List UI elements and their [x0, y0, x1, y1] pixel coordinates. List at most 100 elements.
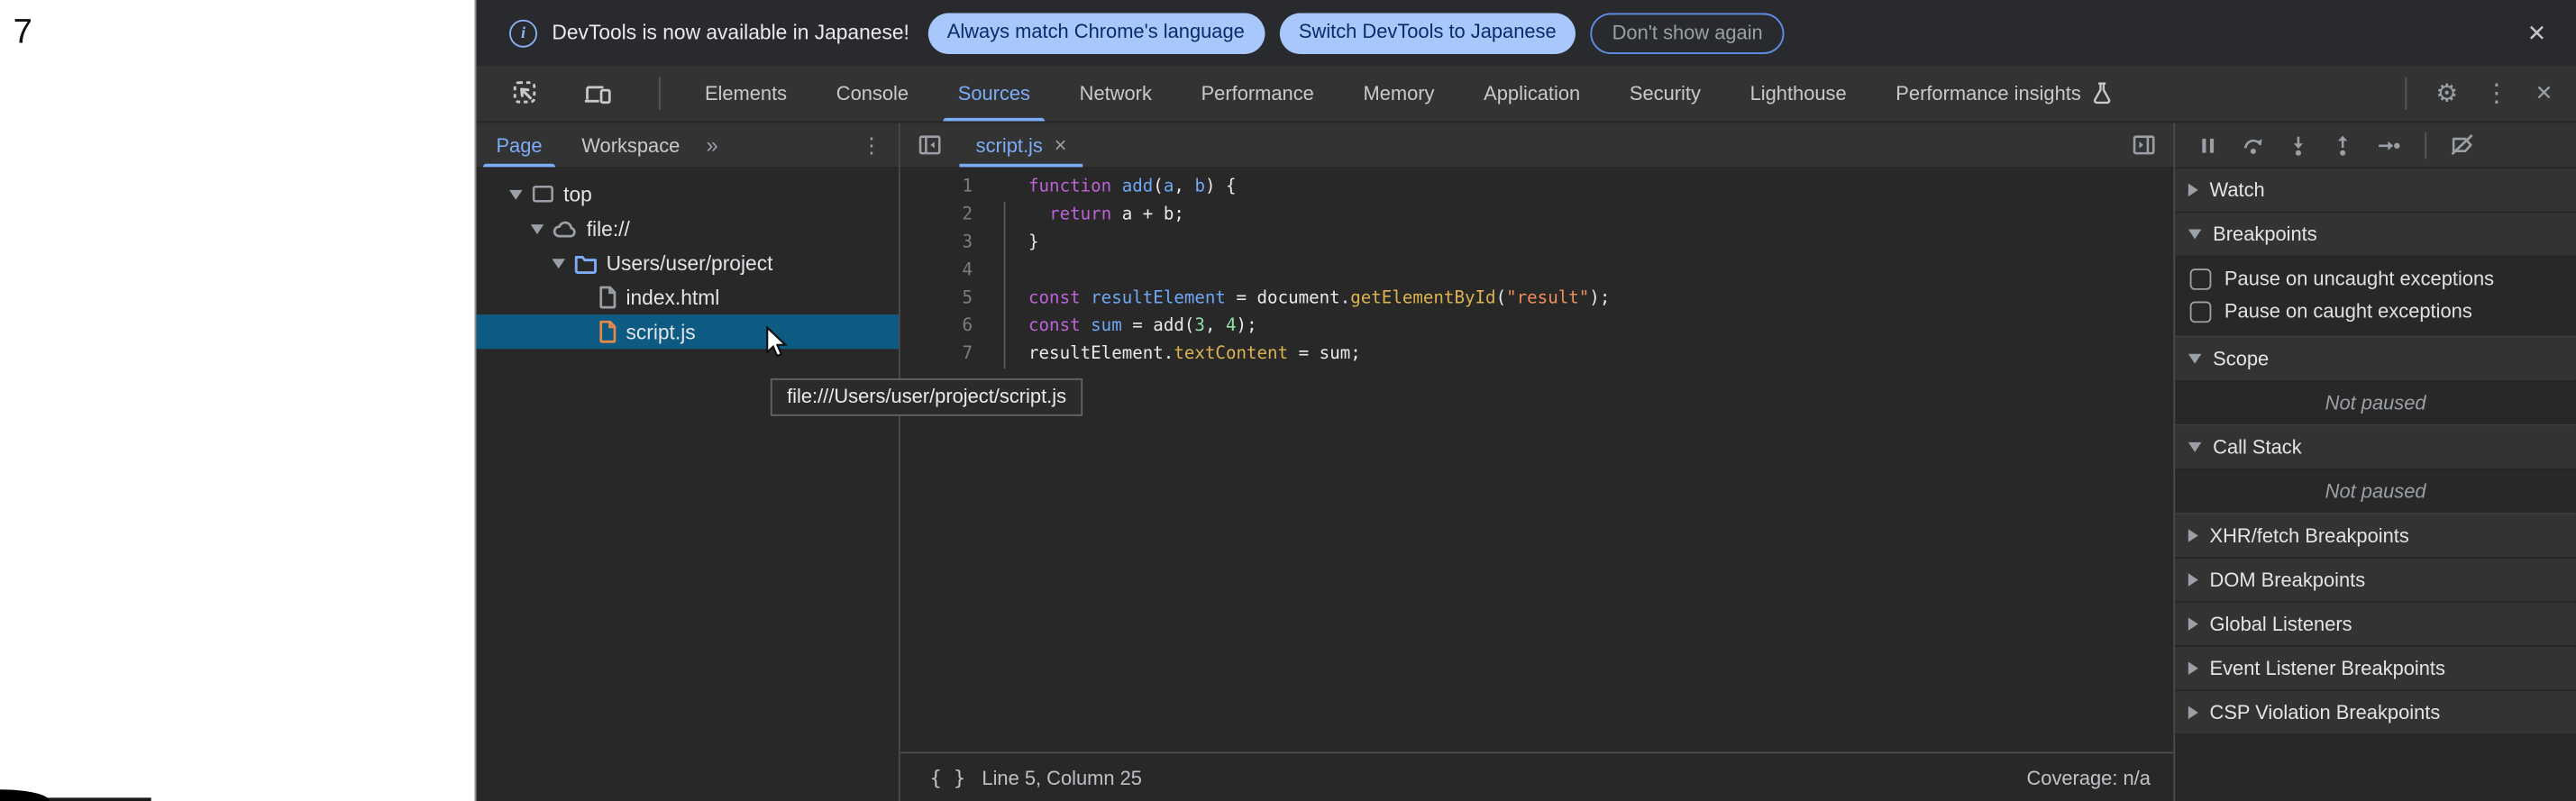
step-into-icon[interactable]: [2282, 133, 2315, 156]
expand-arrow-icon[interactable]: [509, 189, 523, 199]
section-header-call-stack[interactable]: Call Stack: [2175, 426, 2576, 470]
settings-gear-icon[interactable]: ⚙: [2425, 78, 2467, 108]
section-label: Event Listener Breakpoints: [2210, 657, 2445, 679]
not-paused-text: Not paused: [2175, 470, 2576, 513]
line-number[interactable]: 7: [900, 341, 992, 369]
checkbox-row[interactable]: Pause on caught exceptions: [2175, 295, 2576, 327]
folder-icon: [573, 251, 598, 274]
expand-arrow-icon[interactable]: [2188, 230, 2202, 240]
tab-security[interactable]: Security: [1605, 66, 1726, 122]
expand-arrow-icon[interactable]: [2188, 661, 2198, 675]
tab-memory[interactable]: Memory: [1338, 66, 1459, 122]
expand-arrow-icon[interactable]: [552, 258, 565, 268]
tab-sources[interactable]: Sources: [933, 66, 1055, 122]
editor-pane: script.js × 1function add(a, b) {2 retur…: [900, 123, 2174, 801]
code-text: const sum = add(3, 4);: [992, 313, 1257, 341]
tab-performance-insights[interactable]: Performance insights: [1871, 66, 2137, 122]
tab-page[interactable]: Page: [477, 123, 562, 167]
debugger-pane: WatchBreakpointsPause on uncaught except…: [2173, 123, 2576, 801]
expand-arrow-icon[interactable]: [531, 223, 544, 233]
tab-network[interactable]: Network: [1055, 66, 1176, 122]
deactivate-breakpoints-icon[interactable]: [2444, 132, 2480, 157]
mouse-cursor: [765, 326, 790, 369]
file-html-icon: [597, 285, 618, 309]
infobar-button-switch-devtools-to-japanese[interactable]: Switch DevTools to Japanese: [1279, 13, 1576, 53]
expand-arrow-icon[interactable]: [2188, 184, 2198, 197]
section-label: Watch: [2210, 178, 2265, 201]
expand-arrow-icon[interactable]: [2188, 573, 2198, 587]
show-debugger-sidebar-icon[interactable]: [2115, 123, 2174, 167]
pause-icon[interactable]: [2191, 133, 2224, 156]
checkbox-row[interactable]: Pause on uncaught exceptions: [2175, 262, 2576, 295]
checkbox-unchecked[interactable]: [2190, 301, 2212, 323]
hide-navigator-icon[interactable]: [900, 123, 960, 167]
step-icon[interactable]: [2370, 133, 2407, 156]
pretty-print-icon[interactable]: { }: [930, 766, 966, 788]
flask-icon: [2091, 82, 2113, 105]
editor-tab-scriptjs[interactable]: script.js ×: [959, 123, 1082, 167]
line-number[interactable]: 4: [900, 257, 992, 285]
section-header-dom-breakpoints[interactable]: DOM Breakpoints: [2175, 559, 2576, 603]
tab-label: Sources: [958, 82, 1030, 105]
tab-workspace[interactable]: Workspace: [562, 123, 699, 167]
tree-item-top[interactable]: top: [477, 177, 899, 211]
code-editor[interactable]: 1function add(a, b) {2 return a + b;3}45…: [900, 168, 2174, 751]
indent-guide: [1004, 202, 1006, 369]
device-toolbar-icon[interactable]: [573, 81, 623, 105]
code-line: 4: [900, 257, 2174, 285]
section-label: Call Stack: [2213, 436, 2301, 459]
tree-item-users-user-project[interactable]: Users/user/project: [477, 246, 899, 280]
section-label: Global Listeners: [2210, 613, 2352, 635]
line-number[interactable]: 3: [900, 230, 992, 258]
tab-application[interactable]: Application: [1459, 66, 1605, 122]
tab-label: Memory: [1363, 82, 1434, 105]
line-number[interactable]: 6: [900, 313, 992, 341]
expand-arrow-icon[interactable]: [2188, 442, 2202, 452]
editor-tabbar: script.js ×: [900, 123, 2174, 168]
tab-console[interactable]: Console: [811, 66, 933, 122]
section-header-breakpoints[interactable]: Breakpoints: [2175, 213, 2576, 257]
infobar-buttons: Always match Chrome's language Switch Dev…: [927, 13, 1785, 53]
tree-item-index.html[interactable]: index.html: [477, 280, 899, 314]
checkbox-unchecked[interactable]: [2190, 268, 2212, 289]
breakpoints-options: Pause on uncaught exceptions Pause on cau…: [2175, 257, 2576, 337]
tab-label: Lighthouse: [1750, 82, 1847, 105]
close-tab-icon[interactable]: ×: [1055, 132, 1067, 157]
step-out-icon[interactable]: [2326, 133, 2359, 156]
section-header-csp-violation-breakpoints[interactable]: CSP Violation Breakpoints: [2175, 691, 2576, 735]
expand-arrow-icon[interactable]: [2188, 706, 2198, 720]
page-number-label: 7: [14, 14, 32, 53]
line-number[interactable]: 5: [900, 285, 992, 313]
tree-item-script.js[interactable]: script.js: [477, 314, 899, 349]
tab-performance[interactable]: Performance: [1176, 66, 1338, 122]
infobar-button-always-match-chrome-s-language[interactable]: Always match Chrome's language: [927, 13, 1265, 53]
infobar-button-don-t-show-again[interactable]: Don't show again: [1591, 13, 1785, 53]
line-number[interactable]: 1: [900, 174, 992, 202]
inspect-element-icon[interactable]: [503, 79, 551, 107]
tab-lighthouse[interactable]: Lighthouse: [1725, 66, 1871, 122]
code-line: 1function add(a, b) {: [900, 174, 2174, 202]
section-header-scope[interactable]: Scope: [2175, 338, 2576, 382]
navigator-more-icon[interactable]: ⋮: [845, 123, 899, 167]
more-options-icon[interactable]: ⋮: [2474, 78, 2518, 108]
section-header-xhr-fetch-breakpoints[interactable]: XHR/fetch Breakpoints: [2175, 514, 2576, 559]
expand-arrow-icon[interactable]: [2188, 354, 2202, 364]
expand-arrow-icon[interactable]: [2188, 617, 2198, 631]
infobar-message: DevTools is now available in Japanese!: [552, 22, 909, 44]
section-header-event-listener-breakpoints[interactable]: Event Listener Breakpoints: [2175, 647, 2576, 691]
tab-label: Application: [1484, 82, 1580, 105]
section-header-watch[interactable]: Watch: [2175, 168, 2576, 213]
tab-elements[interactable]: Elements: [681, 66, 812, 122]
step-over-icon[interactable]: [2236, 133, 2270, 156]
panel-tabs: ElementsConsoleSourcesNetworkPerformance…: [681, 66, 2137, 122]
expand-arrow-icon[interactable]: [2188, 529, 2198, 542]
more-tabs-icon[interactable]: »: [699, 123, 723, 167]
language-infobar: i DevTools is now available in Japanese!…: [477, 0, 2576, 66]
checkbox-label: Pause on uncaught exceptions: [2224, 267, 2494, 289]
infobar-close-icon[interactable]: ✕: [2521, 19, 2553, 47]
section-header-global-listeners[interactable]: Global Listeners: [2175, 603, 2576, 647]
tree-item-file-[interactable]: file://: [477, 212, 899, 246]
line-number[interactable]: 2: [900, 202, 992, 230]
close-devtools-icon[interactable]: ✕: [2526, 80, 2563, 106]
code-line: 3}: [900, 230, 2174, 258]
